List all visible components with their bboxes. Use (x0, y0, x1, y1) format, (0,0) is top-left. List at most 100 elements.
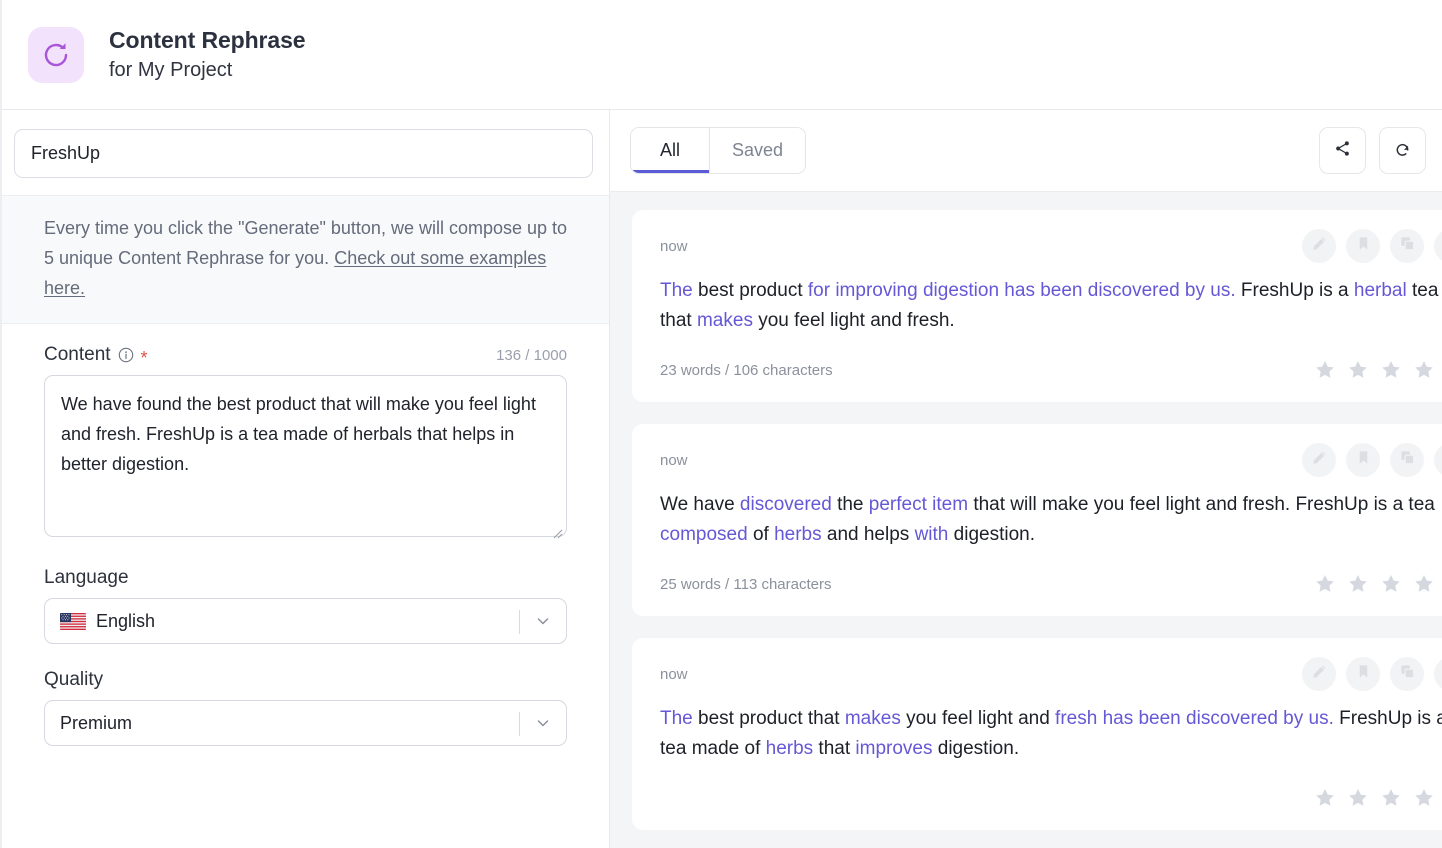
rating-star[interactable] (1380, 359, 1402, 381)
result-card-header: now (660, 443, 1442, 477)
quality-select-value-group: Premium (60, 713, 132, 734)
language-select-value-group: English (60, 611, 155, 632)
result-text-plain: that (813, 738, 856, 759)
rating-star[interactable] (1380, 573, 1402, 595)
result-text-plain: you feel light and (900, 708, 1056, 729)
app-body: Every time you click the "Generate" butt… (2, 110, 1442, 848)
tab-all[interactable]: All (631, 128, 709, 173)
result-card: now The best product that makes you feel … (632, 638, 1442, 830)
result-text-plain: best product (698, 280, 808, 301)
content-textarea[interactable] (44, 375, 567, 537)
rating-star[interactable] (1413, 359, 1435, 381)
rating-star[interactable] (1413, 787, 1435, 809)
result-text-highlight: perfect item (868, 494, 969, 515)
result-rating (1314, 359, 1442, 381)
result-text-highlight: makes (844, 708, 901, 729)
language-select-value: English (96, 610, 156, 631)
bookmark-icon (1355, 663, 1372, 685)
result-card-header: now (660, 229, 1442, 263)
rating-star[interactable] (1314, 573, 1336, 595)
chevron-down-icon[interactable] (534, 714, 552, 732)
copy-button[interactable] (1390, 657, 1424, 691)
bookmark-button[interactable] (1346, 443, 1380, 477)
quality-field: Quality Premium (44, 669, 567, 746)
copy-button[interactable] (1390, 229, 1424, 263)
result-text-highlight: herbal (1353, 280, 1407, 301)
form-panel: Every time you click the "Generate" butt… (2, 110, 610, 848)
language-label: Language (44, 567, 129, 588)
result-card-footer (660, 786, 1442, 810)
results-toolbar: All Saved (610, 110, 1442, 192)
result-text-plain: FreshUp is a (1235, 280, 1354, 301)
page-subtitle: for My Project (109, 58, 233, 81)
result-card: now The best product for improving digest… (632, 210, 1442, 402)
copy-button[interactable] (1390, 443, 1424, 477)
app-header-text: Content Rephrase for My Project (109, 26, 306, 82)
chevron-down-icon[interactable] (534, 612, 552, 630)
result-text-plain: the (831, 494, 869, 515)
result-text-highlight: fresh has been discovered by us. (1055, 708, 1334, 729)
result-text-plain: of (747, 524, 775, 545)
results-tabs: All Saved (630, 127, 807, 174)
undo-arrow-icon (1394, 140, 1411, 162)
toolbar-actions (1319, 127, 1426, 174)
result-text-highlight: herbs (765, 738, 814, 759)
delete-button[interactable] (1434, 657, 1442, 691)
results-list: now The best product for improving digest… (610, 192, 1442, 848)
result-card-footer: 25 words / 113 characters (660, 572, 1442, 596)
edit-button[interactable] (1302, 443, 1336, 477)
edit-button[interactable] (1302, 657, 1336, 691)
result-card: now We have discovered the perfect item t… (632, 424, 1442, 616)
history-button[interactable] (1379, 127, 1426, 174)
project-name-input[interactable] (14, 129, 593, 178)
edit-button[interactable] (1302, 229, 1336, 263)
result-card-actions (1302, 657, 1442, 691)
result-text-highlight: The (660, 280, 699, 301)
result-text-highlight: discovered (739, 494, 832, 515)
content-textarea-wrap (44, 375, 567, 542)
language-select[interactable]: English (44, 598, 567, 644)
result-text-plain: and helps (821, 524, 915, 545)
pencil-icon (1311, 235, 1328, 257)
bookmark-button[interactable] (1346, 657, 1380, 691)
result-text-plain: best product that (698, 708, 845, 729)
quality-select[interactable]: Premium (44, 700, 567, 746)
rating-star[interactable] (1380, 787, 1402, 809)
result-timestamp: now (660, 451, 688, 469)
tab-all-label: All (659, 140, 680, 160)
info-circle-icon[interactable] (118, 347, 134, 363)
result-card-footer: 23 words / 106 characters (660, 358, 1442, 382)
language-select-divider (519, 610, 520, 634)
content-field-header: Content * 136 / 1000 (44, 344, 567, 368)
rating-star[interactable] (1347, 573, 1369, 595)
result-timestamp: now (660, 665, 688, 683)
result-text-highlight: composed (660, 524, 748, 545)
result-card-actions (1302, 443, 1442, 477)
result-text: The best product that makes you feel lig… (660, 704, 1442, 764)
delete-button[interactable] (1434, 229, 1442, 263)
rating-star[interactable] (1314, 787, 1336, 809)
tab-saved[interactable]: Saved (709, 128, 806, 173)
result-stats: 23 words / 106 characters (660, 361, 833, 379)
copy-icon (1399, 449, 1416, 471)
tab-saved-label: Saved (732, 140, 784, 160)
result-text-plain: digestion. (948, 524, 1035, 545)
quality-select-divider (519, 712, 520, 736)
bookmark-button[interactable] (1346, 229, 1380, 263)
bookmark-icon (1355, 449, 1372, 471)
delete-button[interactable] (1434, 443, 1442, 477)
result-text-plain: digestion. (932, 738, 1020, 759)
quality-select-value: Premium (60, 712, 133, 733)
result-text-highlight: herbs (774, 524, 822, 545)
share-button[interactable] (1319, 127, 1366, 174)
result-text-highlight: for improving digestion has been discove… (807, 280, 1236, 301)
rating-star[interactable] (1347, 359, 1369, 381)
rating-star[interactable] (1413, 573, 1435, 595)
copy-icon (1399, 235, 1416, 257)
required-asterisk: * (140, 348, 148, 368)
result-rating (1314, 787, 1442, 809)
result-text-highlight: with (914, 524, 949, 545)
rating-star[interactable] (1314, 359, 1336, 381)
language-field: Language English (44, 567, 567, 644)
rating-star[interactable] (1347, 787, 1369, 809)
